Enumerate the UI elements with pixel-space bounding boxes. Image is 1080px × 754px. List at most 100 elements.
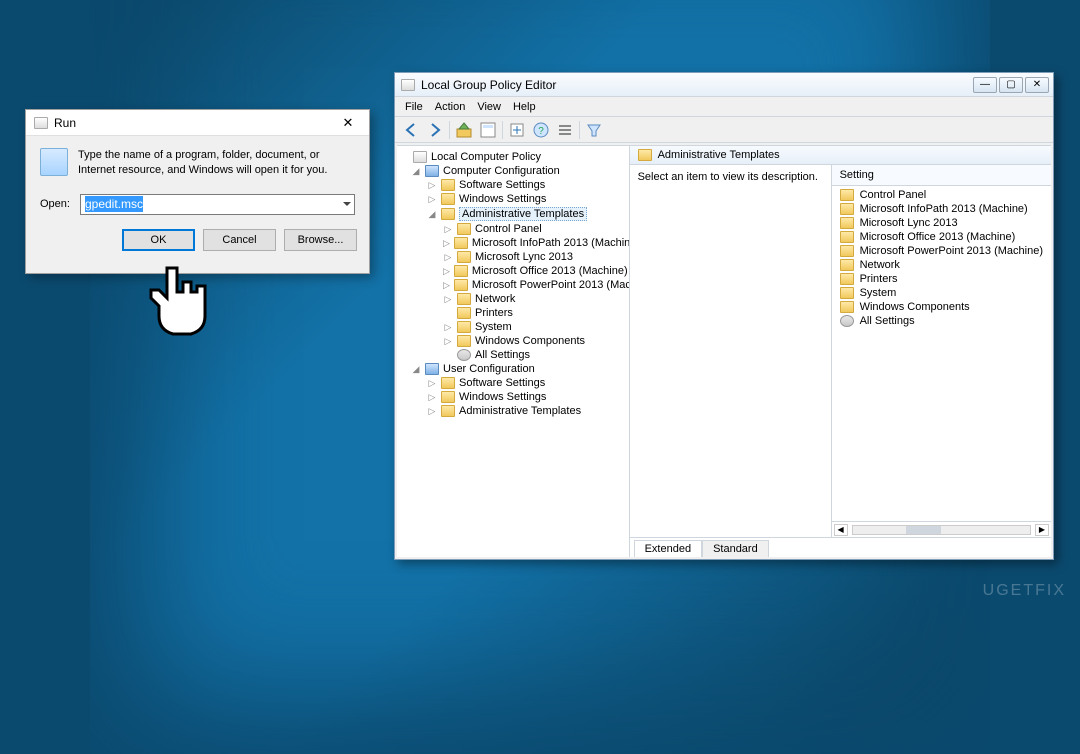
- expand-icon[interactable]: ▷: [443, 322, 453, 333]
- menu-action[interactable]: Action: [435, 101, 466, 113]
- open-label: Open:: [40, 198, 70, 210]
- folder-icon: [840, 189, 854, 201]
- folder-icon: [840, 245, 854, 257]
- tree-item[interactable]: Windows Settings: [459, 391, 546, 403]
- policy-root-icon: [413, 151, 427, 163]
- expand-icon[interactable]: ▷: [427, 392, 437, 403]
- list-item[interactable]: Windows Components: [860, 301, 970, 313]
- list-item[interactable]: Network: [860, 259, 900, 271]
- list-item[interactable]: System: [860, 287, 897, 299]
- browse-button[interactable]: Browse...: [284, 229, 357, 251]
- properties-icon[interactable]: [478, 120, 498, 140]
- expand-icon[interactable]: ▷: [443, 294, 453, 305]
- close-button[interactable]: ✕: [1025, 77, 1049, 93]
- scroll-right-icon[interactable]: ▶: [1035, 524, 1049, 536]
- tree-item[interactable]: Windows Settings: [459, 193, 546, 205]
- user-icon: [425, 363, 439, 375]
- expand-icon[interactable]: ▷: [443, 224, 453, 235]
- close-button[interactable]: ✕: [333, 115, 363, 131]
- folder-icon: [454, 265, 468, 277]
- run-titlebar[interactable]: Run ✕: [26, 110, 369, 136]
- tree-item[interactable]: Windows Components: [475, 335, 585, 347]
- maximize-button[interactable]: ▢: [999, 77, 1023, 93]
- expand-icon[interactable]: ▷: [427, 406, 437, 417]
- expand-icon[interactable]: ▷: [443, 252, 453, 263]
- menu-file[interactable]: File: [405, 101, 423, 113]
- list-item[interactable]: All Settings: [860, 315, 915, 327]
- tree-item[interactable]: Microsoft PowerPoint 2013 (Machine): [472, 279, 630, 291]
- folder-icon: [441, 193, 455, 205]
- svg-text:?: ?: [538, 126, 544, 137]
- tree-item[interactable]: System: [475, 321, 512, 333]
- ok-button[interactable]: OK: [122, 229, 195, 251]
- tree-admin-templates[interactable]: Administrative Templates: [459, 207, 587, 221]
- expand-icon[interactable]: ▷: [427, 194, 437, 205]
- expand-icon[interactable]: ▷: [443, 280, 450, 291]
- menu-view[interactable]: View: [477, 101, 501, 113]
- filter-icon[interactable]: [584, 120, 604, 140]
- folder-icon: [441, 405, 455, 417]
- scroll-left-icon[interactable]: ◀: [834, 524, 848, 536]
- folder-icon: [840, 217, 854, 229]
- settings-list[interactable]: Control Panel Microsoft InfoPath 2013 (M…: [832, 186, 1051, 521]
- list-item[interactable]: Microsoft Lync 2013: [860, 217, 958, 229]
- menu-help[interactable]: Help: [513, 101, 536, 113]
- tree-item[interactable]: Microsoft Lync 2013: [475, 251, 573, 263]
- folder-icon: [457, 251, 471, 263]
- toolbar: ?: [395, 117, 1053, 143]
- cursor-hand-icon: [145, 260, 209, 340]
- tab-standard[interactable]: Standard: [702, 540, 769, 557]
- minimize-button[interactable]: —: [973, 77, 997, 93]
- folder-icon: [840, 273, 854, 285]
- list-item[interactable]: Microsoft Office 2013 (Machine): [860, 231, 1016, 243]
- tree-item[interactable]: Software Settings: [459, 377, 545, 389]
- up-icon[interactable]: [454, 120, 474, 140]
- tree-root[interactable]: Local Computer Policy: [431, 151, 541, 163]
- tree-user-config[interactable]: User Configuration: [443, 363, 535, 375]
- watermark: UGETFIX: [983, 582, 1066, 600]
- tree-view[interactable]: Local Computer Policy ◢ Computer Configur…: [397, 146, 630, 557]
- folder-icon: [454, 279, 468, 291]
- expand-icon[interactable]: ◢: [411, 166, 421, 177]
- tree-item[interactable]: Microsoft Office 2013 (Machine): [472, 265, 628, 277]
- expand-icon[interactable]: ▷: [427, 378, 437, 389]
- expand-icon[interactable]: ▷: [427, 180, 437, 191]
- list-item[interactable]: Microsoft InfoPath 2013 (Machine): [860, 203, 1028, 215]
- tree-computer-config[interactable]: Computer Configuration: [443, 165, 560, 177]
- folder-icon: [457, 335, 471, 347]
- list-icon[interactable]: [555, 120, 575, 140]
- tree-item[interactable]: Control Panel: [475, 223, 542, 235]
- expand-icon[interactable]: ◢: [411, 364, 421, 375]
- folder-icon: [840, 301, 854, 313]
- tree-item[interactable]: Network: [475, 293, 515, 305]
- gpedit-titlebar[interactable]: Local Group Policy Editor — ▢ ✕: [395, 73, 1053, 97]
- forward-icon[interactable]: [425, 120, 445, 140]
- tree-item[interactable]: Printers: [475, 307, 513, 319]
- folder-icon: [457, 321, 471, 333]
- tree-item[interactable]: Software Settings: [459, 179, 545, 191]
- expand-icon[interactable]: ◢: [427, 209, 437, 220]
- help-icon[interactable]: ?: [531, 120, 551, 140]
- cancel-button[interactable]: Cancel: [203, 229, 276, 251]
- gpedit-title: Local Group Policy Editor: [421, 78, 556, 92]
- details-header: Administrative Templates: [658, 149, 780, 161]
- expand-icon[interactable]: ▷: [443, 336, 453, 347]
- list-item[interactable]: Printers: [860, 273, 898, 285]
- list-item[interactable]: Microsoft PowerPoint 2013 (Machine): [860, 245, 1043, 257]
- tree-item[interactable]: Administrative Templates: [459, 405, 581, 417]
- settings-icon: [457, 349, 471, 361]
- tab-extended[interactable]: Extended: [634, 540, 702, 557]
- tree-item[interactable]: All Settings: [475, 349, 530, 361]
- menu-bar: File Action View Help: [395, 97, 1053, 117]
- expand-icon[interactable]: ▷: [443, 266, 450, 277]
- expand-icon[interactable]: ▷: [443, 238, 450, 249]
- horizontal-scrollbar[interactable]: ◀ ▶: [832, 521, 1051, 537]
- run-dialog: Run ✕ Type the name of a program, folder…: [25, 109, 370, 274]
- folder-icon: [457, 307, 471, 319]
- back-icon[interactable]: [401, 120, 421, 140]
- list-item[interactable]: Control Panel: [860, 189, 927, 201]
- column-header-setting[interactable]: Setting: [832, 165, 1051, 186]
- tree-item[interactable]: Microsoft InfoPath 2013 (Machine): [472, 237, 630, 249]
- open-input[interactable]: gpedit.msc: [80, 194, 355, 215]
- export-icon[interactable]: [507, 120, 527, 140]
